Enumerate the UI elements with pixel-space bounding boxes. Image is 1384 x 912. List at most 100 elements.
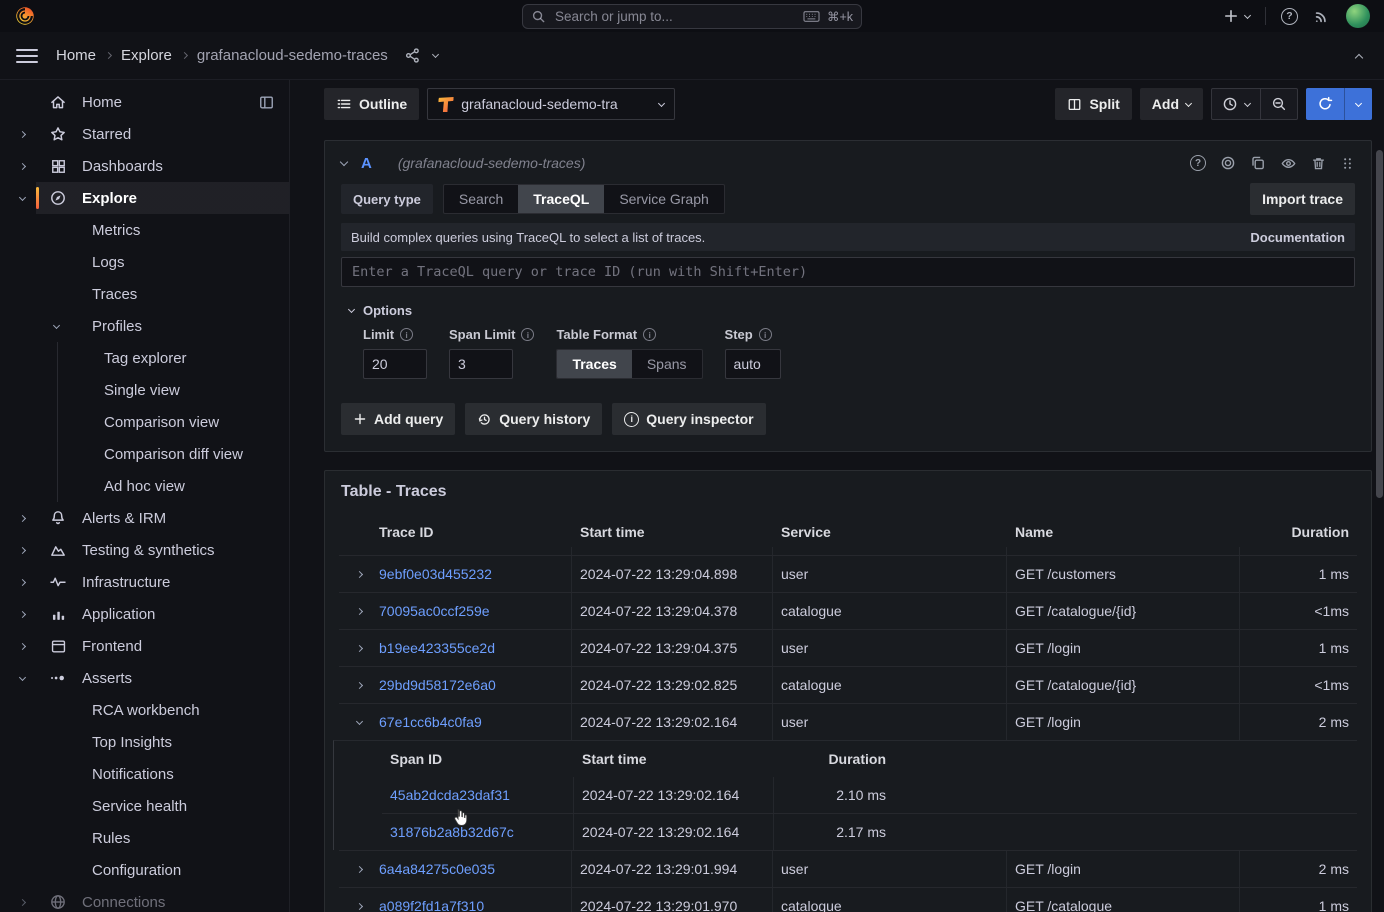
trace-id-link[interactable]: 29bd9d58172e6a0	[379, 677, 496, 693]
traceql-query-input[interactable]	[344, 264, 1352, 280]
limit-input[interactable]	[363, 349, 427, 379]
chevron-down-icon[interactable]	[48, 325, 92, 328]
sidebar-item-logs[interactable]: Logs	[0, 246, 289, 278]
span-limit-input[interactable]	[449, 349, 513, 379]
sidebar-item-testing-synthetics[interactable]: Testing & synthetics	[0, 534, 289, 566]
collapse-query-icon[interactable]	[340, 158, 348, 166]
chevron-right-icon[interactable]	[10, 516, 34, 521]
help-icon[interactable]: ?	[1281, 8, 1298, 25]
sidebar-item-asserts[interactable]: Asserts	[0, 662, 289, 694]
column-header-name[interactable]: Name	[1007, 517, 1240, 547]
drag-handle-icon[interactable]	[1340, 156, 1355, 171]
options-toggle[interactable]: Options	[341, 303, 1355, 318]
datasource-picker[interactable]: grafanacloud-sedemo-tra	[427, 88, 675, 120]
sidebar-item-connections[interactable]: Connections	[0, 886, 289, 912]
column-header-trace-id[interactable]: Trace ID	[339, 517, 572, 547]
dock-menu-icon[interactable]	[258, 93, 275, 111]
span-id-link[interactable]: 31876b2a8b32d67c	[390, 824, 514, 840]
chevron-right-icon[interactable]	[10, 900, 34, 905]
traceql-query-editor[interactable]	[341, 257, 1355, 287]
tab-search[interactable]: Search	[444, 185, 518, 213]
column-header-duration[interactable]: Duration	[1240, 517, 1357, 547]
new-menu-button[interactable]	[1223, 8, 1250, 24]
news-icon[interactable]	[1313, 7, 1331, 25]
sidebar-item-infrastructure[interactable]: Infrastructure	[0, 566, 289, 598]
tab-service-graph[interactable]: Service Graph	[604, 185, 723, 213]
sidebar-item-metrics[interactable]: Metrics	[0, 214, 289, 246]
info-icon[interactable]: i	[643, 328, 656, 341]
grafana-logo[interactable]	[14, 5, 36, 27]
collapse-section-button[interactable]	[1356, 48, 1368, 64]
sidebar-item-rules[interactable]: Rules	[0, 822, 289, 854]
sidebar-item-starred[interactable]: Starred	[0, 118, 289, 150]
chevron-right-icon[interactable]	[10, 644, 34, 649]
sidebar-item-comparison-view[interactable]: Comparison view	[0, 406, 289, 438]
span-column-header-start-time[interactable]: Start time	[574, 741, 774, 777]
outline-button[interactable]: Outline	[324, 88, 419, 120]
chevron-down-icon[interactable]	[10, 197, 34, 200]
sidebar-item-frontend[interactable]: Frontend	[0, 630, 289, 662]
table-format-option-traces[interactable]: Traces	[557, 350, 631, 378]
sidebar-item-tag-explorer[interactable]: Tag explorer	[0, 342, 289, 374]
query-history-button[interactable]: Query history	[465, 403, 602, 435]
chevron-right-icon[interactable]	[10, 164, 34, 169]
global-search[interactable]: ⌘+k	[522, 4, 862, 29]
info-icon[interactable]: i	[521, 328, 534, 341]
import-trace-button[interactable]: Import trace	[1250, 183, 1355, 215]
table-format-option-spans[interactable]: Spans	[632, 350, 702, 378]
split-button[interactable]: Split	[1055, 88, 1131, 120]
chevron-right-icon[interactable]	[10, 132, 34, 137]
sidebar-item-single-view[interactable]: Single view	[0, 374, 289, 406]
sidebar-item-explore[interactable]: Explore	[0, 182, 289, 214]
chevron-right-icon[interactable]	[10, 580, 34, 585]
breadcrumb-home[interactable]: Home	[56, 47, 96, 64]
chevron-down-icon[interactable]	[10, 677, 34, 680]
sidebar-item-ad-hoc-view[interactable]: Ad hoc view	[0, 470, 289, 502]
chevron-right-icon[interactable]	[10, 612, 34, 617]
sidebar-item-rca-workbench[interactable]: RCA workbench	[0, 694, 289, 726]
sidebar-item-comparison-diff-view[interactable]: Comparison diff view	[0, 438, 289, 470]
documentation-link[interactable]: Documentation	[1250, 230, 1345, 245]
refresh-interval-dropdown[interactable]	[1345, 88, 1372, 120]
chevron-right-icon[interactable]	[10, 548, 34, 553]
trace-expander-icon[interactable]	[339, 867, 379, 872]
duplicate-query-icon[interactable]	[1250, 155, 1266, 171]
mega-menu-toggle[interactable]	[16, 49, 38, 63]
span-column-header-span-id[interactable]: Span ID	[382, 741, 574, 777]
trace-id-link[interactable]: 67e1cc6b4c0fa9	[379, 714, 482, 730]
user-avatar[interactable]	[1346, 4, 1370, 28]
trace-expander-icon[interactable]	[339, 646, 379, 651]
trace-id-link[interactable]: b19ee423355ce2d	[379, 640, 495, 656]
zoom-out-time-button[interactable]	[1261, 89, 1297, 119]
query-help-icon[interactable]: ?	[1190, 155, 1206, 171]
trace-id-link[interactable]: a089f2fd1a7f310	[379, 898, 484, 912]
sidebar-item-top-insights[interactable]: Top Insights	[0, 726, 289, 758]
sidebar-item-service-health[interactable]: Service health	[0, 790, 289, 822]
trace-expander-icon[interactable]	[339, 609, 379, 614]
sidebar-item-dashboards[interactable]: Dashboards	[0, 150, 289, 182]
span-id-link[interactable]: 45ab2dcda23daf31	[390, 787, 510, 803]
chevron-down-icon[interactable]	[432, 51, 439, 58]
column-header-start-time[interactable]: Start time	[572, 517, 773, 547]
sidebar-item-notifications[interactable]: Notifications	[0, 758, 289, 790]
record-icon[interactable]	[1220, 155, 1236, 171]
span-column-header-duration[interactable]: Duration	[774, 741, 894, 777]
scrollbar-thumb[interactable]	[1376, 150, 1383, 498]
info-icon[interactable]: i	[759, 328, 772, 341]
hide-query-icon[interactable]	[1280, 155, 1297, 172]
column-header-service[interactable]: Service	[773, 517, 1007, 547]
tab-traceql[interactable]: TraceQL	[518, 185, 604, 213]
sidebar-item-traces[interactable]: Traces	[0, 278, 289, 310]
remove-query-icon[interactable]	[1311, 156, 1326, 171]
time-picker-button[interactable]	[1212, 89, 1260, 119]
sidebar-item-alerts-irm[interactable]: Alerts & IRM	[0, 502, 289, 534]
sidebar-item-configuration[interactable]: Configuration	[0, 854, 289, 886]
trace-expander-icon[interactable]	[339, 721, 379, 724]
query-inspector-button[interactable]: i Query inspector	[612, 403, 765, 435]
trace-expander-icon[interactable]	[339, 572, 379, 577]
trace-id-link[interactable]: 70095ac0ccf259e	[379, 603, 490, 619]
add-query-button[interactable]: Add query	[341, 403, 455, 435]
trace-expander-icon[interactable]	[339, 683, 379, 688]
share-icon[interactable]	[404, 47, 421, 64]
trace-expander-icon[interactable]	[339, 904, 379, 909]
